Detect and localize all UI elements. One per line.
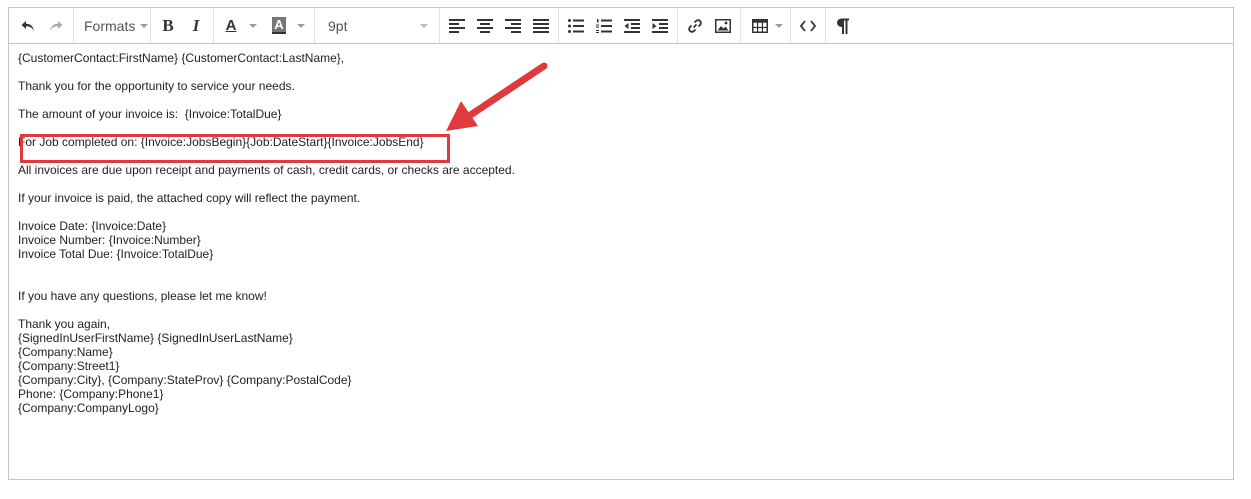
color-group: A A — [214, 8, 315, 43]
highlight-box — [20, 134, 450, 163]
insert-image-button[interactable] — [709, 12, 737, 40]
align-left-button[interactable] — [443, 12, 471, 40]
insert-link-button[interactable] — [681, 12, 709, 40]
history-group — [11, 8, 74, 43]
indent-button[interactable] — [646, 12, 674, 40]
bullet-list-button[interactable] — [562, 12, 590, 40]
formats-dropdown[interactable]: Formats — [77, 12, 149, 40]
due-line: All invoices are due upon receipt and pa… — [18, 163, 515, 177]
annotation-arrow-icon — [446, 62, 548, 131]
table-button[interactable] — [744, 12, 772, 40]
chevron-down-icon — [140, 23, 149, 28]
redo-icon — [50, 20, 63, 31]
background-color-button[interactable]: A — [265, 12, 293, 40]
undo-button[interactable] — [14, 12, 42, 40]
company-street-line: {Company:Street1} — [18, 359, 120, 373]
blocks-group — [826, 8, 860, 43]
align-left-icon — [449, 18, 465, 33]
phone-line: Phone: {Company:Phone1} — [18, 387, 164, 401]
chevron-down-icon[interactable] — [297, 23, 305, 28]
chevron-down-icon[interactable] — [775, 23, 783, 28]
background-color-icon: A — [272, 17, 286, 34]
italic-button[interactable]: I — [182, 12, 210, 40]
company-name-line: {Company:Name} — [18, 345, 113, 359]
align-group — [440, 8, 559, 43]
image-icon — [715, 18, 731, 33]
rich-text-editor: Formats B I A A 9pt {CustomerContact:Fir… — [8, 7, 1234, 480]
numbered-list-icon — [596, 18, 612, 33]
indent-icon — [652, 18, 668, 33]
style-group: B I — [151, 8, 214, 43]
source-code-button[interactable] — [794, 12, 822, 40]
align-right-icon — [505, 18, 521, 33]
font-size-value: 9pt — [328, 17, 348, 34]
insert-group — [678, 8, 741, 43]
outdent-button[interactable] — [618, 12, 646, 40]
code-group — [791, 8, 826, 43]
bold-button[interactable]: B — [154, 12, 182, 40]
numbered-list-button[interactable] — [590, 12, 618, 40]
chevron-down-icon — [420, 23, 428, 28]
editor-toolbar: Formats B I A A 9pt — [9, 8, 1233, 44]
align-center-icon — [477, 18, 493, 33]
redo-button[interactable] — [42, 12, 70, 40]
formats-label: Formats — [84, 17, 136, 34]
signed-user-line: {SignedInUserFirstName} {SignedInUserLas… — [18, 331, 293, 345]
outdent-icon — [624, 18, 640, 33]
text-color-button[interactable]: A — [217, 12, 245, 40]
text-color-icon: A — [225, 16, 237, 34]
invoice-total-line: Invoice Total Due: {Invoice:TotalDue} — [18, 247, 214, 261]
chevron-down-icon[interactable] — [249, 23, 257, 28]
table-group — [741, 8, 791, 43]
paid-line: If your invoice is paid, the attached co… — [18, 191, 361, 205]
company-city-line: {Company:City}, {Company:StateProv} {Com… — [18, 373, 352, 387]
align-justify-icon — [533, 18, 549, 33]
table-icon — [751, 18, 768, 33]
undo-icon — [21, 20, 34, 31]
invoice-number-line: Invoice Number: {Invoice:Number} — [18, 233, 201, 247]
align-justify-button[interactable] — [527, 12, 555, 40]
thank-again-line: Thank you again, — [18, 317, 111, 331]
questions-line: If you have any questions, please let me… — [18, 289, 267, 303]
bullet-list-icon — [568, 18, 584, 33]
invoice-date-line: Invoice Date: {Invoice:Date} — [18, 219, 167, 233]
align-right-button[interactable] — [499, 12, 527, 40]
font-size-dropdown[interactable]: 9pt — [318, 12, 436, 40]
align-center-button[interactable] — [471, 12, 499, 40]
formats-group: Formats — [74, 8, 151, 43]
paragraph-icon — [837, 18, 849, 34]
show-blocks-button[interactable] — [829, 12, 857, 40]
fontsize-group: 9pt — [315, 8, 440, 43]
code-icon — [800, 19, 816, 32]
link-icon — [688, 18, 702, 33]
company-logo-line: {Company:CompanyLogo} — [18, 401, 159, 415]
list-group — [559, 8, 678, 43]
